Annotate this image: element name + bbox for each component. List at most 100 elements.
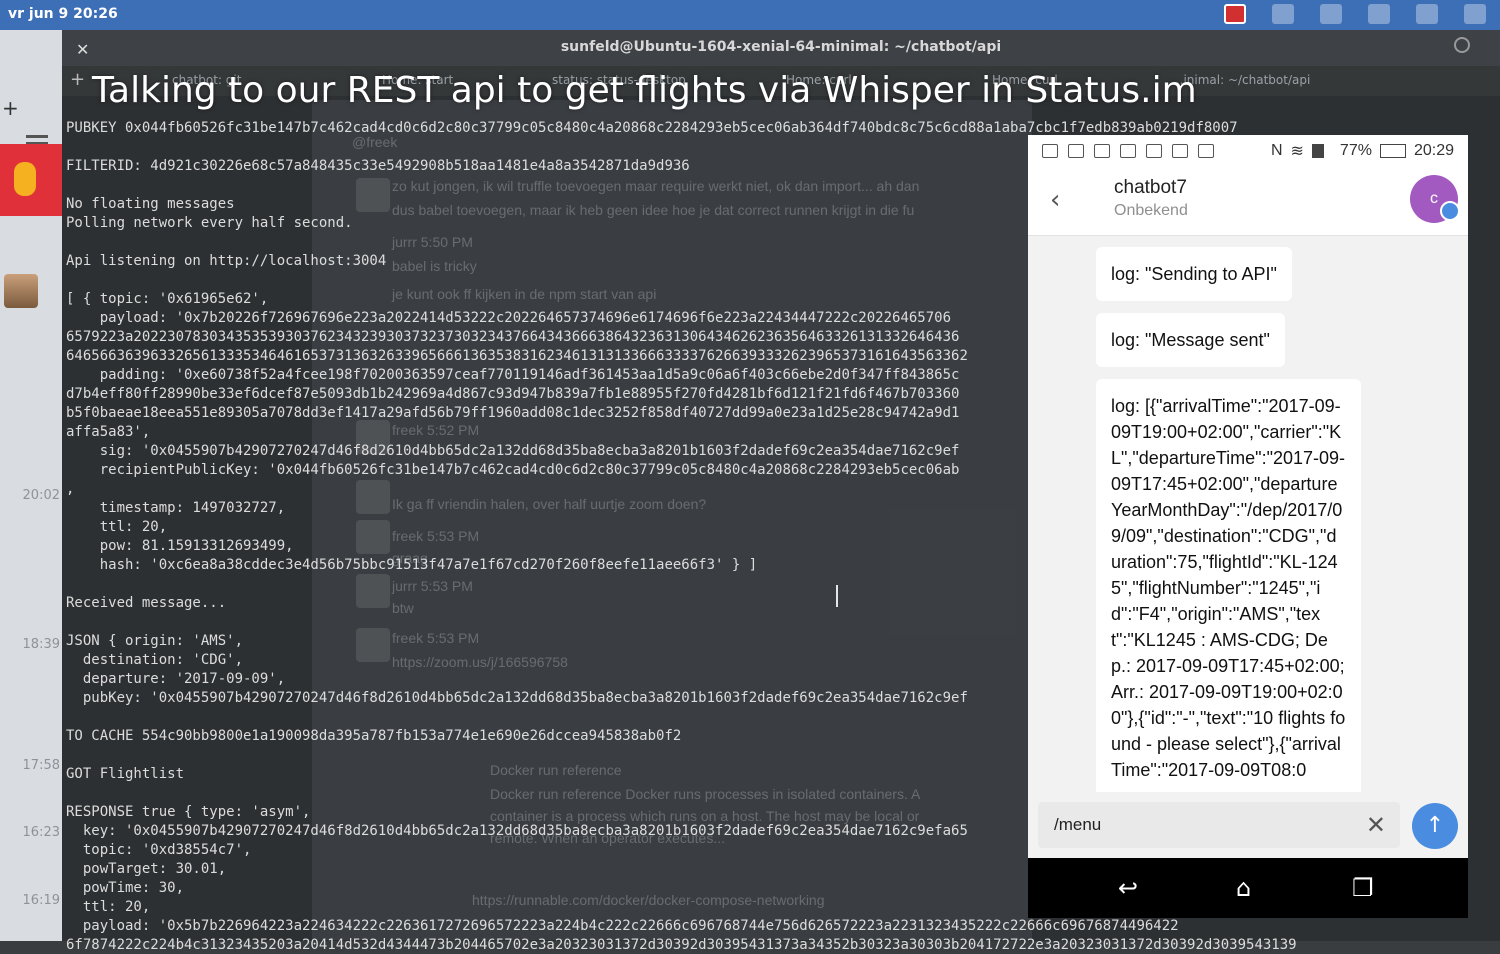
usb-icon bbox=[1094, 144, 1110, 158]
terminal-line: TO CACHE 554c90bb9800e1a190098da395a787f… bbox=[66, 728, 682, 744]
terminal-line: powTarget: 30.01, bbox=[66, 861, 227, 877]
status-badge bbox=[1440, 201, 1460, 221]
terminal-line: GOT Flightlist bbox=[66, 766, 185, 782]
ghost-line: Ik ga ff vriendin halen, over half uurtj… bbox=[392, 496, 707, 512]
mail-icon bbox=[1198, 144, 1214, 158]
avatar bbox=[356, 574, 390, 608]
message-icon bbox=[1146, 144, 1162, 158]
text-cursor bbox=[836, 585, 838, 607]
video-caption: Talking to our REST api to get flights v… bbox=[92, 70, 1197, 111]
terminal-line: affa5a83', bbox=[66, 424, 151, 440]
terminal-titlebar: ✕ sunfeld@Ubuntu-1604-xenial-64-minimal:… bbox=[62, 30, 1500, 66]
chat-header: ‹ chatbot7 Onbekend c bbox=[1028, 167, 1468, 236]
nfc-icon: N bbox=[1270, 142, 1283, 159]
terminal-line: Polling network every half second. bbox=[66, 215, 353, 231]
terminal-line: payload: '0x7b20226f726967696e223a202241… bbox=[66, 310, 952, 326]
ghost-line: btw bbox=[392, 600, 414, 616]
avatar bbox=[356, 178, 390, 212]
device-icon bbox=[1120, 144, 1136, 158]
terminal-line: pow: 81.15913312693499, bbox=[66, 538, 294, 554]
clock[interactable]: vr jun 9 20:26 bbox=[8, 6, 118, 22]
ghost-line[interactable]: https://zoom.us/j/166596758 bbox=[392, 654, 568, 670]
terminal-line: recipientPublicKey: '0x044fb60526fc31be1… bbox=[66, 462, 960, 478]
ghost-line: container is a process which runs on a h… bbox=[490, 808, 920, 824]
ghost-line: jurrr 5:53 PM bbox=[392, 578, 473, 594]
ghost-line: dus babel toevoegen, maar ik heb geen id… bbox=[392, 202, 915, 218]
terminal-line: padding: '0xe60738f52a4fcee198f702003635… bbox=[66, 367, 960, 383]
message-bubble[interactable]: log: [{"arrivalTime":"2017-09-09T19:00+0… bbox=[1096, 379, 1361, 797]
ghost-line: zo kut jongen, ik wil truffle toevoegen … bbox=[392, 178, 920, 194]
code-icon bbox=[1042, 144, 1058, 158]
network-icon[interactable] bbox=[1368, 4, 1390, 24]
signal-icon bbox=[1311, 144, 1332, 158]
ghost-line: jurrr 5:50 PM bbox=[392, 234, 473, 250]
terminal-line: , bbox=[66, 481, 75, 497]
phone-time: 20:29 bbox=[1413, 142, 1454, 159]
chat-name: chatbot7 bbox=[1114, 177, 1187, 198]
new-tab-icon[interactable]: + bbox=[70, 69, 85, 90]
phone-status-bar: N ≋ 77% 20:29 bbox=[1028, 135, 1468, 167]
ghost-line: Docker run reference Docker runs process… bbox=[490, 786, 921, 802]
volume-icon[interactable] bbox=[1320, 4, 1342, 24]
chat-subtitle: Onbekend bbox=[1114, 202, 1188, 219]
search-icon[interactable] bbox=[1454, 37, 1470, 53]
app-logo-icon bbox=[14, 162, 36, 196]
ghost-line: babel is tricky bbox=[392, 258, 477, 274]
terminal-line: [ { topic: '0x61965e62', bbox=[66, 291, 269, 307]
record-icon[interactable] bbox=[1224, 4, 1246, 24]
ghost-line: freek 5:53 PM bbox=[392, 528, 480, 544]
wifi-icon: ≋ bbox=[1290, 143, 1304, 160]
message-bubble[interactable]: log: "Message sent" bbox=[1096, 313, 1285, 367]
close-icon[interactable]: ✕ bbox=[1366, 811, 1386, 839]
message-bubble[interactable]: log: "Sending to API" bbox=[1096, 247, 1292, 301]
terminal-line: JSON { origin: 'AMS', bbox=[66, 633, 244, 649]
android-nav-bar: ↩ ⌂ ❐ bbox=[1028, 858, 1468, 918]
system-tray bbox=[1224, 4, 1486, 24]
terminal-line: No floating messages bbox=[66, 196, 235, 212]
terminal-line: hash: '0xc6ea8a38cddec3e4d56b75bbc91513f… bbox=[66, 557, 758, 573]
status-right: N ≋ 77% 20:29 bbox=[1271, 141, 1454, 161]
terminal-line: Api listening on http://localhost:3004 bbox=[66, 253, 387, 269]
terminal-line: sig: '0x0455907b42907270247d46f8d2610d4b… bbox=[66, 443, 960, 459]
terminal-line: key: '0x0455907b42907270247d46f8d2610d4b… bbox=[66, 823, 968, 839]
terminal-line: RESPONSE true { type: 'asym', bbox=[66, 804, 311, 820]
input-value[interactable]: /menu bbox=[1054, 815, 1101, 835]
add-icon[interactable]: + bbox=[2, 96, 19, 120]
status-icons bbox=[1042, 144, 1214, 158]
terminal-line: powTime: 30, bbox=[66, 880, 185, 896]
terminal-line: FILTERID: 4d921c30226e68c57a848435c33e54… bbox=[66, 158, 690, 174]
ghost-line: je kunt ook ff kijken in de npm start va… bbox=[392, 286, 657, 302]
timestamp: 18:39 bbox=[22, 637, 60, 652]
timestamp: 16:23 bbox=[22, 825, 60, 840]
send-button[interactable]: ↑ bbox=[1412, 803, 1458, 849]
recents-icon[interactable]: ❐ bbox=[1352, 874, 1374, 902]
terminal-line: 6579223a20223078303435353930376234323930… bbox=[66, 329, 960, 345]
terminal-line: 6465663639633265613335346461653731363263… bbox=[66, 348, 968, 364]
terminal-line: topic: '0xd38554c7', bbox=[66, 842, 252, 858]
timestamp: 20:02 bbox=[22, 488, 60, 503]
avatar[interactable] bbox=[4, 274, 38, 308]
battery-icon bbox=[1379, 144, 1406, 158]
terminal-line: pubKey: '0x0455907b42907270247d46f8d2610… bbox=[66, 690, 968, 706]
desktop-top-bar: vr jun 9 20:26 bbox=[0, 0, 1500, 30]
battery-icon[interactable] bbox=[1416, 4, 1438, 24]
terminal-line: Received message... bbox=[66, 595, 227, 611]
notification-icon[interactable] bbox=[1464, 4, 1486, 24]
timestamp: 16:19 bbox=[22, 893, 60, 908]
avatar[interactable]: c bbox=[1410, 175, 1460, 223]
home-icon[interactable]: ⌂ bbox=[1236, 874, 1251, 902]
back-icon[interactable]: ‹ bbox=[1050, 185, 1060, 215]
ghost-line[interactable]: https://runnable.com/docker/docker-compo… bbox=[472, 892, 825, 908]
message-input[interactable]: /menu ✕ bbox=[1038, 802, 1400, 848]
background-chat: @freek zo kut jongen, ik wil truffle toe… bbox=[312, 100, 1032, 940]
terminal-line: payload: '0x5b7b226964223a224634222c2263… bbox=[66, 918, 1179, 934]
window-title: sunfeld@Ubuntu-1604-xenial-64-minimal: ~… bbox=[560, 39, 1002, 55]
back-icon[interactable]: ↩ bbox=[1118, 874, 1138, 902]
keyboard-layout-icon[interactable] bbox=[1272, 4, 1294, 24]
avatar bbox=[356, 628, 390, 662]
message-composer: /menu ✕ ↑ bbox=[1028, 792, 1468, 858]
terminal-line: ttl: 20, bbox=[66, 519, 168, 535]
app-launcher-red[interactable] bbox=[0, 144, 64, 216]
terminal-line: departure: '2017-09-09', bbox=[66, 671, 286, 687]
phone-screen: N ≋ 77% 20:29 ‹ chatbot7 Onbekend c log:… bbox=[1028, 135, 1468, 918]
